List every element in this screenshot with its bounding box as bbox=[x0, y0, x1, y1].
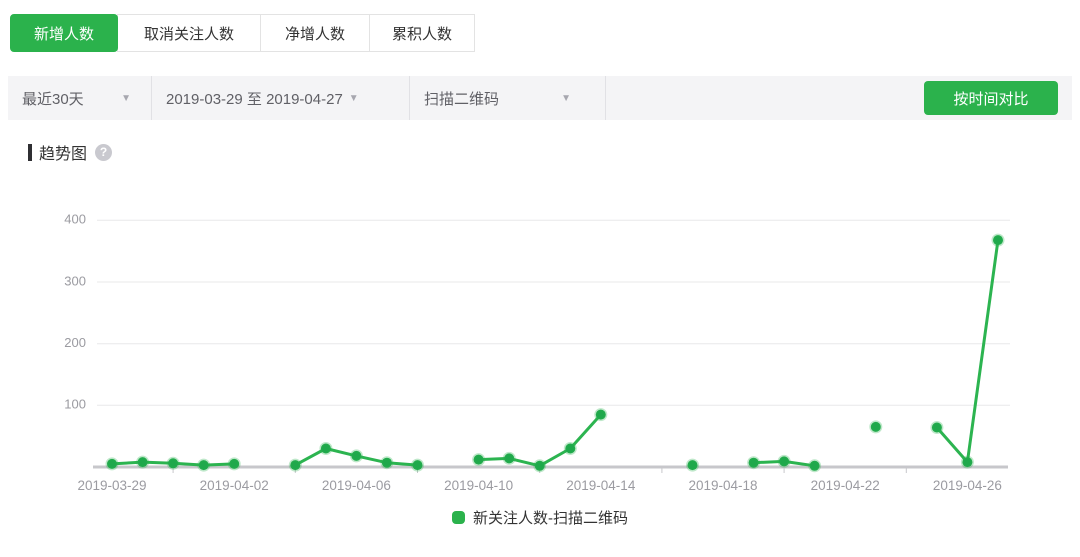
svg-text:2019-04-02: 2019-04-02 bbox=[200, 478, 269, 493]
svg-text:2019-04-22: 2019-04-22 bbox=[811, 478, 880, 493]
trend-chart: 100 200 300 400 2019-03-29 2019-04-02 2019-04-… bbox=[0, 0, 1080, 557]
chart-legend: 新关注人数-扫描二维码 bbox=[0, 507, 1080, 528]
tab-new-followers[interactable]: 新增人数 bbox=[10, 14, 118, 52]
svg-text:2019-04-14: 2019-04-14 bbox=[566, 478, 636, 493]
tab-label: 新增人数 bbox=[34, 23, 94, 44]
svg-text:2019-04-06: 2019-04-06 bbox=[322, 478, 391, 493]
svg-text:200: 200 bbox=[64, 335, 86, 350]
svg-text:300: 300 bbox=[64, 273, 86, 288]
legend-marker-icon bbox=[452, 511, 465, 524]
svg-text:2019-03-29: 2019-03-29 bbox=[77, 478, 146, 493]
svg-text:2019-04-26: 2019-04-26 bbox=[933, 478, 1002, 493]
legend-label: 新关注人数-扫描二维码 bbox=[473, 507, 628, 528]
legend-item[interactable]: 新关注人数-扫描二维码 bbox=[452, 507, 628, 528]
svg-text:2019-04-18: 2019-04-18 bbox=[688, 478, 757, 493]
svg-text:2019-04-10: 2019-04-10 bbox=[444, 478, 513, 493]
svg-text:400: 400 bbox=[64, 212, 86, 227]
svg-text:100: 100 bbox=[64, 397, 86, 412]
